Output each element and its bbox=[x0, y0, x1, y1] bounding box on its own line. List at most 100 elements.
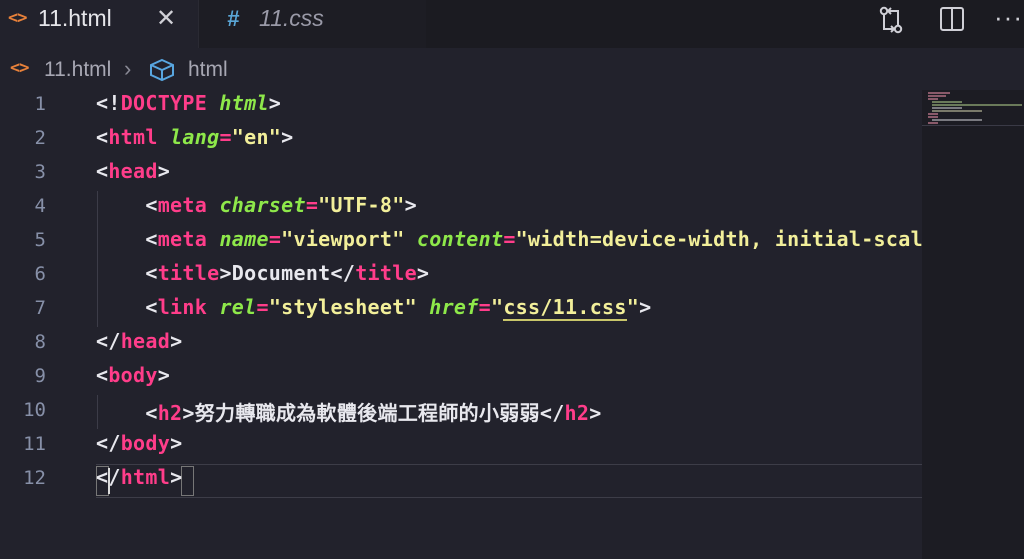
doctype-keyword: DOCTYPE bbox=[120, 91, 208, 115]
html-file-icon: <> bbox=[8, 8, 28, 28]
punctuation: > bbox=[589, 401, 602, 425]
code-line: </body> bbox=[96, 431, 182, 455]
line-number: 9 bbox=[34, 365, 46, 387]
tab-bar: <> 11.html ✕ # 11.css ··· bbox=[0, 0, 1024, 48]
punctuation: / bbox=[108, 465, 121, 489]
attribute-name: rel bbox=[219, 295, 257, 319]
code-editor[interactable]: 1 2 3 4 5 6 7 8 9 10 11 12 <!DOCTYPE htm… bbox=[0, 90, 1024, 559]
code-content[interactable]: <!DOCTYPE html> <html lang="en"> <head> … bbox=[96, 90, 922, 559]
minimap-line bbox=[928, 95, 946, 97]
equals-sign: = bbox=[256, 295, 269, 319]
code-line: <head> bbox=[96, 159, 170, 183]
punctuation: < bbox=[96, 125, 109, 149]
text-content: Document bbox=[231, 261, 331, 285]
code-line: <h2>努力轉職成為軟體後端工程師的小弱弱</h2> bbox=[96, 397, 602, 426]
minimap-line bbox=[932, 101, 962, 103]
punctuation: <! bbox=[96, 91, 121, 115]
attribute-value: "stylesheet" bbox=[268, 295, 417, 319]
line-number: 7 bbox=[34, 297, 46, 319]
equals-sign: = bbox=[268, 227, 282, 251]
css-file-icon: # bbox=[227, 6, 240, 31]
line-number: 8 bbox=[34, 331, 46, 353]
punctuation: > bbox=[182, 401, 195, 425]
line-number: 11 bbox=[23, 433, 46, 455]
attribute-value: "en" bbox=[231, 125, 282, 149]
equals-sign: = bbox=[305, 193, 319, 217]
minimap[interactable] bbox=[922, 90, 1024, 559]
breadcrumb-symbol[interactable]: html bbox=[188, 58, 228, 82]
punctuation: > bbox=[281, 125, 294, 149]
quote: " bbox=[626, 295, 640, 319]
close-icon[interactable]: ✕ bbox=[156, 4, 176, 33]
tag-name: head bbox=[108, 159, 158, 183]
punctuation: < bbox=[96, 159, 109, 183]
punctuation: > bbox=[157, 159, 171, 183]
minimap-line bbox=[932, 119, 982, 121]
equals-sign: = bbox=[219, 125, 232, 149]
minimap-line bbox=[928, 98, 938, 100]
tag-name: body bbox=[108, 363, 158, 387]
tag-name: link bbox=[157, 295, 208, 319]
tag-name: html bbox=[120, 465, 171, 489]
punctuation: > bbox=[170, 465, 183, 489]
text-cursor bbox=[108, 468, 110, 494]
code-line: </head> bbox=[96, 329, 182, 353]
minimap-line bbox=[932, 104, 1022, 106]
code-line: <link rel="stylesheet" href="css/11.css"… bbox=[96, 295, 652, 321]
line-number: 1 bbox=[34, 93, 46, 115]
attribute-name: content bbox=[416, 227, 504, 251]
line-number: 3 bbox=[34, 161, 46, 183]
attribute-value: "viewport" bbox=[281, 227, 405, 251]
tag-name: h2 bbox=[564, 401, 590, 425]
line-number: 6 bbox=[34, 263, 46, 285]
code-line: <meta charset="UTF-8"> bbox=[96, 193, 417, 217]
code-line: <meta name="viewport" content="width=dev… bbox=[96, 227, 922, 251]
line-number: 4 bbox=[34, 195, 46, 217]
equals-sign: = bbox=[503, 227, 516, 251]
file-link[interactable]: css/11.css bbox=[503, 295, 627, 321]
attribute-value: "UTF-8" bbox=[318, 193, 405, 217]
punctuation: < bbox=[96, 465, 109, 489]
open-changes-icon[interactable] bbox=[876, 4, 906, 41]
attribute-name: html bbox=[219, 91, 269, 115]
more-actions-icon[interactable]: ··· bbox=[994, 2, 1023, 33]
punctuation: > bbox=[639, 295, 652, 319]
attribute-name: name bbox=[219, 227, 269, 251]
minimap-line bbox=[932, 110, 982, 112]
tag-name: body bbox=[120, 431, 171, 455]
tag-name: html bbox=[108, 125, 158, 149]
punctuation: </ bbox=[330, 261, 356, 285]
punctuation: </ bbox=[539, 401, 565, 425]
tab-11-html[interactable]: <> 11.html ✕ bbox=[0, 0, 198, 48]
minimap-line bbox=[928, 116, 938, 118]
equals-sign: = bbox=[478, 295, 491, 319]
split-editor-icon[interactable] bbox=[938, 4, 966, 39]
tab-label: 11.css bbox=[259, 5, 324, 31]
attribute-name: href bbox=[429, 295, 479, 319]
code-line: <body> bbox=[96, 363, 170, 387]
attribute-value: "width=device-width, initial-scale=1.0" bbox=[515, 227, 922, 251]
tag-name: h2 bbox=[157, 401, 183, 425]
punctuation: > bbox=[219, 261, 232, 285]
punctuation: < bbox=[145, 261, 158, 285]
tab-label: 11.html bbox=[38, 5, 112, 31]
attribute-name: charset bbox=[219, 193, 306, 217]
punctuation: </ bbox=[96, 431, 121, 455]
chevron-right-icon: › bbox=[124, 56, 132, 81]
breadcrumb-file[interactable]: 11.html bbox=[44, 58, 111, 82]
punctuation: < bbox=[96, 363, 109, 387]
punctuation: < bbox=[145, 227, 158, 251]
attribute-name: lang bbox=[170, 125, 220, 149]
tab-11-css[interactable]: # 11.css bbox=[198, 0, 426, 48]
code-line: <html lang="en"> bbox=[96, 125, 294, 149]
punctuation: < bbox=[145, 193, 158, 217]
